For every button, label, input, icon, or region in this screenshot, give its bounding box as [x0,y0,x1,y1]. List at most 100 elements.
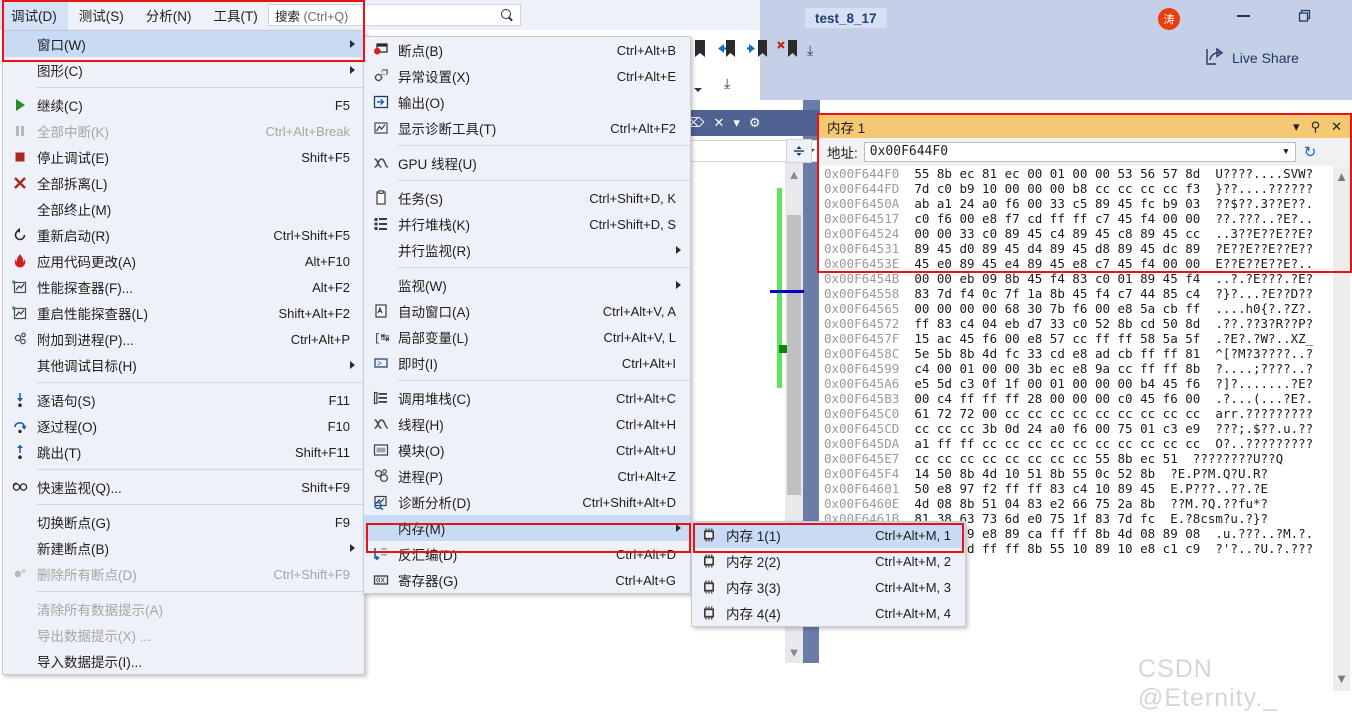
menu-item-停止调试e[interactable]: 停止调试(E) Shift+F5 [3,144,364,170]
menu-item-并行监视r[interactable]: 并行监视(R) [364,237,690,263]
split-editor-button[interactable] [786,139,812,163]
menu-item-显示诊断工具t[interactable]: 显示诊断工具(T) Ctrl+Alt+F2 [364,115,690,141]
menu-item-监视w[interactable]: 监视(W) [364,272,690,298]
menu-item-诊断分析d[interactable]: 诊断分析(D) Ctrl+Shift+Alt+D [364,489,690,515]
close-window-icon[interactable]: ✕ [1331,119,1342,135]
menu-item-自动窗口a[interactable]: 自动窗口(A) Ctrl+Alt+V, A [364,298,690,324]
scroll-up-icon[interactable]: ▲ [787,167,801,182]
menu-item-寄存器g[interactable]: 0X 寄存器(G) Ctrl+Alt+G [364,567,690,593]
editor-scrollbar-thumb[interactable] [787,215,801,495]
memory-bytes: 89 45 d0 89 45 d4 89 45 d8 89 45 dc 89 [914,241,1201,256]
menu-item-其他调试目标h[interactable]: 其他调试目标(H) [3,352,364,378]
menu-item-线程h[interactable]: 线程(H) Ctrl+Alt+H [364,411,690,437]
window-menu-chevron-icon[interactable]: ▾ [1293,119,1300,135]
menu-item-label: 快速监视(Q)... [37,481,122,496]
delete-breakpoints-icon [3,566,37,582]
modules-icon [364,442,398,458]
menu-item-应用代码更改a[interactable]: 应用代码更改(A) Alt+F10 [3,248,364,274]
menu-item-gpu线程u[interactable]: GPU 线程(U) [364,150,690,176]
toolbar-dropdown-button[interactable] [688,72,708,94]
menu-item-逐语句s[interactable]: 逐语句(S) F11 [3,387,364,413]
restore-button[interactable] [1290,6,1320,26]
toolbar-overflow-icon-2[interactable]: ⤓ [724,76,730,90]
menu-item-重新启动r[interactable]: 重新启动(R) Ctrl+Shift+F5 [3,222,364,248]
menu-item-重启性能探查器l[interactable]: 重启性能探查器(L) Shift+Alt+F2 [3,300,364,326]
memory-icon [692,579,726,595]
previous-bookmark-icon[interactable] [717,40,737,60]
menu-item-切换断点g[interactable]: 切换断点(G) F9 [3,509,364,535]
menu-item-窗口w[interactable]: 窗口(W) [3,31,364,57]
menu-item-断点b[interactable]: 断点(B) Ctrl+Alt+B [364,37,690,63]
memory-scrollbar[interactable] [1333,166,1350,691]
menu-item-label: 窗口(W) [37,38,86,53]
address-history-chevron-icon[interactable]: ▾ [1282,144,1290,159]
debug-window-submenu[interactable]: 断点(B) Ctrl+Alt+B 异常设置(X) Ctrl+Alt+E 输出(O) 显示诊… [363,36,691,594]
memory-ascii: E.P???..??.?E [1170,481,1269,496]
menu-item-模块o[interactable]: 模块(O) Ctrl+Alt+U [364,437,690,463]
toolbar-overflow-icon[interactable]: ⤓ [807,43,813,57]
menu-item-内存33[interactable]: 内存 3(3) Ctrl+Alt+M, 3 [692,574,965,600]
memory-ascii: ?'?..?U.?.??? [1215,541,1314,556]
search-input[interactable]: 搜索 (Ctrl+Q) [268,4,521,26]
menu-item-内存44[interactable]: 内存 4(4) Ctrl+Alt+M, 4 [692,600,965,626]
menu-item-导入数据提示i[interactable]: 导入数据提示(I)... [3,648,364,674]
solution-tab[interactable]: test_8_17 [805,8,887,28]
menubar-item-analyze[interactable]: 分析(N) [135,0,203,30]
menu-item-shortcut: Ctrl+Alt+H [616,416,676,432]
menu-item-快速监视q[interactable]: 快速监视(Q)... Shift+F9 [3,474,364,500]
menu-item-新建断点b[interactable]: 新建断点(B) [3,535,364,561]
memory-row: 0x00F645C0 61 72 72 00 cc cc cc cc cc cc… [819,406,1333,421]
registers-icon: 0X [364,572,398,588]
menu-item-即时i[interactable]: > 即时(I) Ctrl+Alt+I [364,350,690,376]
menu-item-内存m[interactable]: 内存(M) [364,515,690,541]
minimize-button[interactable] [1228,8,1258,24]
menu-item-跳出t[interactable]: 跳出(T) Shift+F11 [3,439,364,465]
menubar-item-test[interactable]: 测试(S) [68,0,135,30]
close-tab-icon[interactable]: ✕ [713,115,724,131]
avatar[interactable]: 涛 [1158,8,1180,30]
menu-item-图形c[interactable]: 图形(C) [3,57,364,83]
menubar-item-tools[interactable]: 工具(T) [203,0,269,30]
pin-window-icon[interactable]: ⚲ [1311,119,1321,135]
memory-scroll-up-icon[interactable]: ▲ [1335,169,1348,184]
menu-item-label: 诊断分析(D) [398,496,471,511]
memory-ascii: }??....?????? [1215,181,1314,196]
menu-item-内存11[interactable]: 内存 1(1) Ctrl+Alt+M, 1 [692,522,965,548]
tab-list-chevron-icon[interactable]: ▾ [733,115,740,131]
memory-ascii: ..?.?E???.?E? [1215,271,1314,286]
menu-item-调用堆栈c[interactable]: 调用堆栈(C) Ctrl+Alt+C [364,385,690,411]
memory-address: 0x00F645F4 [824,466,900,481]
debug-memory-submenu[interactable]: 内存 1(1) Ctrl+Alt+M, 1 内存 2(2) Ctrl+Alt+M, 2… [691,521,966,627]
menu-item-内存22[interactable]: 内存 2(2) Ctrl+Alt+M, 2 [692,548,965,574]
menu-item-任务s[interactable]: 任务(S) Ctrl+Shift+D, K [364,185,690,211]
memory-row: 0x00F64524 00 00 33 c0 89 45 c4 89 45 c8… [819,226,1333,241]
menu-item-输出o[interactable]: 输出(O) [364,89,690,115]
menu-item-进程p[interactable]: 进程(P) Ctrl+Alt+Z [364,463,690,489]
menu-item-反汇编d[interactable]: 反汇编(D) Ctrl+Alt+D [364,541,690,567]
toggle-bookmark-icon[interactable] [693,40,707,60]
menu-item-继续c[interactable]: 继续(C) F5 [3,92,364,118]
memory-address: 0x00F6458C [824,346,900,361]
submenu-arrow-icon [350,40,355,48]
menu-item-全部终止m[interactable]: 全部终止(M) [3,196,364,222]
menu-item-局部变量l[interactable]: [↹] 局部变量(L) Ctrl+Alt+V, L [364,324,690,350]
menubar-item-debug[interactable]: 调试(D) [0,0,68,30]
menu-item-全部拆离l[interactable]: 全部拆离(L) [3,170,364,196]
scroll-down-icon[interactable]: ▼ [787,645,801,660]
refresh-icon[interactable]: ↻ [1304,143,1317,161]
menu-item-逐过程o[interactable]: 逐过程(O) F10 [3,413,364,439]
menu-item-并行堆栈k[interactable]: 并行堆栈(K) Ctrl+Shift+D, S [364,211,690,237]
menu-item-shortcut: Ctrl+Alt+P [290,331,350,347]
bookmark-toolbar: ⤓ [693,40,813,60]
next-bookmark-icon[interactable] [747,40,767,60]
live-share-button[interactable]: Live Share [1206,47,1299,68]
menu-item-性能探查器f[interactable]: 性能探查器(F)... Alt+F2 [3,274,364,300]
debug-menu[interactable]: 窗口(W) 图形(C) 继续(C) F5 全部中断(K) Ctrl+Alt+Break 停止… [2,30,365,675]
address-input[interactable]: 0x00F644F0 ▾ [863,141,1296,162]
menu-item-附加到进程p[interactable]: 附加到进程(P)... Ctrl+Alt+P [3,326,364,352]
tab-settings-gear-icon[interactable]: ⚙ [749,115,761,131]
menu-item-label: 逐语句(S) [37,394,96,409]
clear-bookmarks-icon[interactable] [777,40,797,60]
menu-item-异常设置x[interactable]: 异常设置(X) Ctrl+Alt+E [364,63,690,89]
memory-row: 0x00F6458C 5e 5b 8b 4d fc 33 cd e8 ad cb… [819,346,1333,361]
